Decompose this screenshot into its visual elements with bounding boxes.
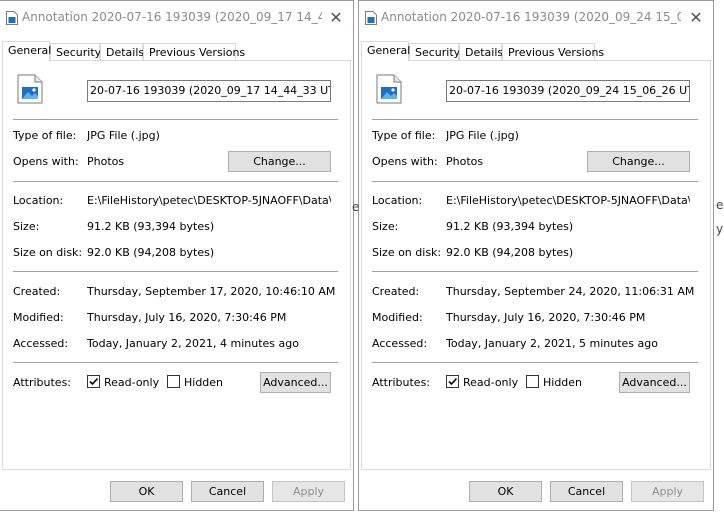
close-icon: ✕ bbox=[329, 7, 343, 27]
title-bar[interactable]: Annotation 2020-07-16 193039 (2020_09_24… bbox=[359, 1, 713, 33]
change-button[interactable]: Change... bbox=[587, 151, 690, 172]
general-tab-panel: 20-07-16 193039 (2020_09_17 14_44_33 UTC… bbox=[2, 60, 351, 470]
read-only-label[interactable]: Read-only bbox=[463, 376, 518, 389]
background-fragment: e bbox=[352, 200, 360, 214]
size-on-disk-value: 92.0 KB (94,208 bytes) bbox=[446, 246, 574, 259]
accessed-value: Today, January 2, 2021, 4 minutes ago bbox=[87, 337, 299, 350]
properties-window-right: Annotation 2020-07-16 193039 (2020_09_24… bbox=[358, 0, 714, 511]
size-value: 91.2 KB (93,394 bytes) bbox=[87, 220, 215, 233]
location-label: Location: bbox=[13, 194, 64, 207]
cancel-button[interactable]: Cancel bbox=[550, 481, 623, 502]
separator bbox=[372, 181, 698, 182]
opens-with-label: Opens with: bbox=[372, 155, 438, 168]
type-of-file-label: Type of file: bbox=[372, 129, 436, 142]
change-button[interactable]: Change... bbox=[228, 151, 331, 172]
close-icon: ✕ bbox=[689, 7, 703, 27]
opens-with-value: Photos bbox=[87, 155, 125, 168]
tab-details[interactable]: Details bbox=[459, 43, 503, 60]
background-fragment: er bbox=[716, 198, 724, 212]
attributes-label: Attributes: bbox=[372, 376, 431, 389]
tab-general[interactable]: General bbox=[2, 41, 51, 61]
accessed-value: Today, January 2, 2021, 5 minutes ago bbox=[446, 337, 658, 350]
file-name-field[interactable]: 20-07-16 193039 (2020_09_17 14_44_33 UTC… bbox=[87, 80, 331, 102]
separator bbox=[13, 119, 338, 120]
advanced-button[interactable]: Advanced... bbox=[619, 372, 690, 393]
ok-button[interactable]: OK bbox=[110, 481, 183, 502]
type-of-file-value: JPG File (.jpg) bbox=[446, 129, 519, 142]
apply-button[interactable]: Apply bbox=[631, 481, 704, 502]
created-value: Thursday, September 24, 2020, 11:06:31 A… bbox=[446, 285, 695, 298]
modified-label: Modified: bbox=[372, 311, 423, 324]
properties-window-left: Annotation 2020-07-16 193039 (2020_09_17… bbox=[0, 0, 354, 511]
created-value: Thursday, September 17, 2020, 10:46:10 A… bbox=[87, 285, 336, 298]
size-value: 91.2 KB (93,394 bytes) bbox=[446, 220, 574, 233]
location-label: Location: bbox=[372, 194, 423, 207]
read-only-label[interactable]: Read-only bbox=[104, 376, 159, 389]
read-only-checkbox[interactable] bbox=[446, 375, 459, 388]
general-tab-panel: 20-07-16 193039 (2020_09_24 15_06_26 UTC… bbox=[361, 60, 711, 470]
size-label: Size: bbox=[13, 220, 40, 233]
modified-label: Modified: bbox=[13, 311, 64, 324]
tab-previous-versions[interactable]: Previous Versions bbox=[143, 43, 245, 60]
tab-security[interactable]: Security bbox=[409, 43, 460, 60]
close-button[interactable]: ✕ bbox=[323, 5, 349, 29]
hidden-checkbox[interactable] bbox=[526, 375, 539, 388]
tab-previous-versions[interactable]: Previous Versions bbox=[502, 43, 604, 60]
tab-strip: General Security Details Previous Versions bbox=[361, 41, 713, 61]
background-fragment: y bbox=[716, 222, 724, 236]
apply-button[interactable]: Apply bbox=[272, 481, 345, 502]
file-name-field[interactable]: 20-07-16 193039 (2020_09_24 15_06_26 UTC… bbox=[446, 80, 690, 102]
ok-button[interactable]: OK bbox=[469, 481, 542, 502]
hidden-label[interactable]: Hidden bbox=[184, 376, 223, 389]
created-label: Created: bbox=[13, 285, 61, 298]
accessed-label: Accessed: bbox=[13, 337, 69, 350]
size-label: Size: bbox=[372, 220, 399, 233]
location-value: E:\FileHistory\petec\DESKTOP-5JNAOFF\Dat… bbox=[446, 194, 690, 207]
size-on-disk-value: 92.0 KB (94,208 bytes) bbox=[87, 246, 215, 259]
window-title: Annotation 2020-07-16 193039 (2020_09_24… bbox=[381, 10, 681, 24]
separator bbox=[372, 271, 698, 272]
tab-details[interactable]: Details bbox=[100, 43, 144, 60]
opens-with-value: Photos bbox=[446, 155, 484, 168]
separator bbox=[13, 362, 338, 363]
type-of-file-value: JPG File (.jpg) bbox=[87, 129, 160, 142]
tab-general[interactable]: General bbox=[361, 41, 410, 61]
modified-value: Thursday, July 16, 2020, 7:30:46 PM bbox=[446, 311, 646, 324]
window-title: Annotation 2020-07-16 193039 (2020_09_17… bbox=[22, 10, 322, 24]
modified-value: Thursday, July 16, 2020, 7:30:46 PM bbox=[87, 311, 287, 324]
location-value: E:\FileHistory\petec\DESKTOP-5JNAOFF\Dat… bbox=[87, 194, 331, 207]
size-on-disk-label: Size on disk: bbox=[13, 246, 83, 259]
title-bar[interactable]: Annotation 2020-07-16 193039 (2020_09_17… bbox=[0, 1, 353, 33]
advanced-button[interactable]: Advanced... bbox=[260, 372, 331, 393]
separator bbox=[372, 119, 698, 120]
attributes-label: Attributes: bbox=[13, 376, 72, 389]
separator bbox=[13, 181, 338, 182]
separator bbox=[13, 271, 338, 272]
tab-security[interactable]: Security bbox=[50, 43, 101, 60]
created-label: Created: bbox=[372, 285, 420, 298]
cancel-button[interactable]: Cancel bbox=[191, 481, 264, 502]
hidden-checkbox[interactable] bbox=[167, 375, 180, 388]
tab-strip: General Security Details Previous Versions bbox=[2, 41, 353, 61]
separator bbox=[372, 362, 698, 363]
hidden-label[interactable]: Hidden bbox=[543, 376, 582, 389]
accessed-label: Accessed: bbox=[372, 337, 428, 350]
size-on-disk-label: Size on disk: bbox=[372, 246, 442, 259]
type-of-file-label: Type of file: bbox=[13, 129, 77, 142]
opens-with-label: Opens with: bbox=[13, 155, 79, 168]
close-button[interactable]: ✕ bbox=[683, 5, 709, 29]
read-only-checkbox[interactable] bbox=[87, 375, 100, 388]
